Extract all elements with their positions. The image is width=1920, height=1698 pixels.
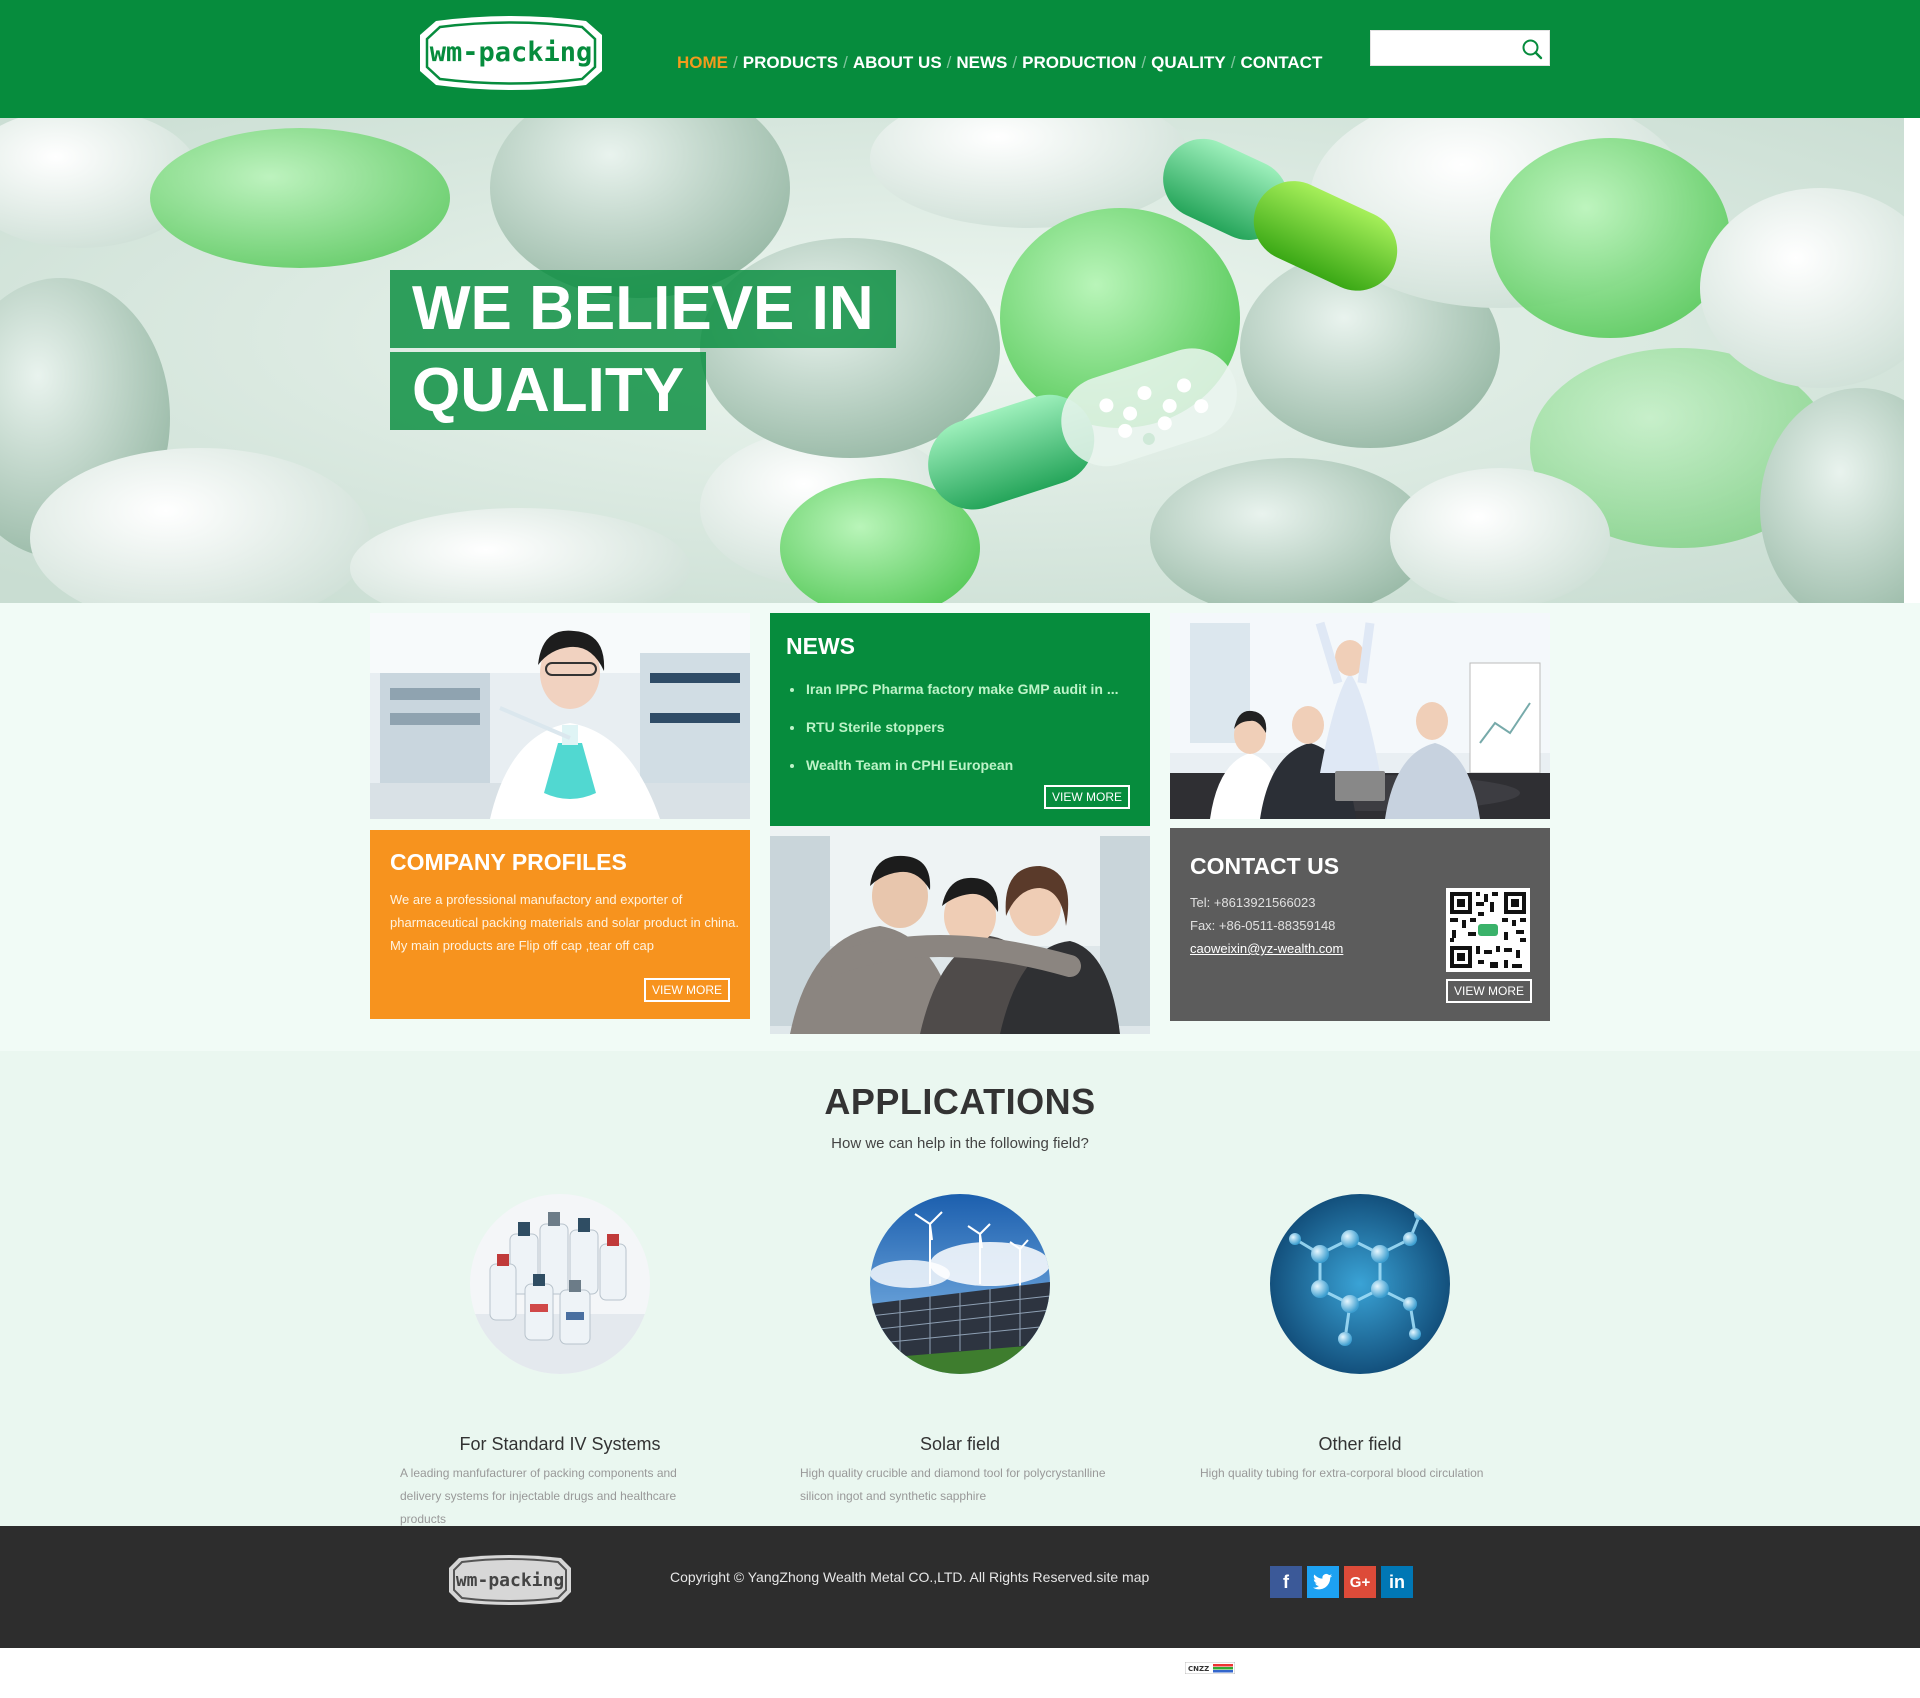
nav-news[interactable]: NEWS (956, 53, 1007, 73)
news-list: Iran IPPC Pharma factory make GMP audit … (788, 680, 1119, 794)
nav-separator: / (1012, 53, 1018, 72)
contact-details: Tel: +8613921566023 Fax: +86-0511-883591… (1190, 891, 1343, 960)
nav-separator: / (843, 53, 848, 72)
applications-section: APPLICATIONS How we can help in the foll… (0, 1051, 1920, 1526)
pills-background-image (0, 118, 1904, 603)
news-item[interactable]: RTU Sterile stoppers (788, 718, 1119, 736)
nav-separator: / (1230, 53, 1236, 72)
qr-code-image (1446, 888, 1530, 972)
application-description: A leading manfufacturer of packing compo… (400, 1466, 677, 1526)
google-plus-icon[interactable]: G+ (1344, 1566, 1376, 1598)
contact-tel: Tel: +8613921566023 (1190, 895, 1316, 910)
profile-title: COMPANY PROFILES (390, 849, 627, 875)
site-header: wm-packing HOME / PRODUCTS / ABOUT US / … (0, 0, 1920, 118)
twitter-icon[interactable] (1307, 1566, 1339, 1598)
info-section: NEWS Iran IPPC Pharma factory make GMP a… (0, 603, 1920, 1051)
news-item[interactable]: Wealth Team in CPHI European (788, 756, 1119, 774)
application-description: High quality crucible and diamond tool f… (800, 1466, 1106, 1503)
hero-heading-line-2: QUALITY (390, 352, 707, 430)
business-team-celebrating-image[interactable] (1170, 613, 1550, 819)
search-box (1370, 30, 1550, 66)
application-title[interactable]: Solar field (800, 1434, 1120, 1455)
nav-production[interactable]: PRODUCTION (1022, 53, 1136, 73)
hero-banner: WE BELIEVE IN QUALITY (0, 118, 1904, 603)
facebook-icon[interactable]: f (1270, 1566, 1302, 1598)
nav-separator: / (1141, 53, 1147, 72)
cnzz-stats-badge[interactable]: CNZZ (1185, 1662, 1235, 1674)
logo-text: wm-packing (430, 37, 593, 68)
nav-separator: / (733, 53, 738, 72)
contact-title: CONTACT US (1190, 853, 1340, 879)
main-nav: HOME / PRODUCTS / ABOUT US / NEWS / PROD… (677, 53, 1322, 73)
footer-logo[interactable]: wm-packing (445, 1552, 575, 1608)
application-title[interactable]: For Standard IV Systems (400, 1434, 720, 1455)
profile-view-more-button[interactable]: VIEW MORE (643, 978, 730, 1002)
footer-logo-text: wm-packing (456, 1570, 564, 1591)
nav-products[interactable]: PRODUCTS (743, 53, 838, 73)
company-profile-panel: COMPANY PROFILES We are a professional m… (370, 830, 750, 1019)
contact-fax: Fax: +86-0511-88359148 (1190, 918, 1336, 933)
news-view-more-button[interactable]: VIEW MORE (1043, 785, 1130, 809)
application-title[interactable]: Other field (1200, 1434, 1520, 1455)
molecule-image[interactable] (1270, 1194, 1450, 1374)
contact-email-link[interactable]: caoweixin@yz-wealth.com (1190, 941, 1343, 956)
nav-quality[interactable]: QUALITY (1151, 53, 1226, 73)
contact-view-more-button[interactable]: VIEW MORE (1446, 979, 1533, 1003)
team-huddle-image[interactable] (770, 826, 1150, 1034)
nav-home[interactable]: HOME (677, 53, 728, 73)
profile-text: We are a professional manufactory and ex… (390, 892, 740, 953)
applications-title: APPLICATIONS (824, 1081, 1096, 1122)
nav-contact[interactable]: CONTACT (1240, 53, 1322, 73)
lab-scientist-image[interactable] (370, 613, 750, 819)
nav-about-us[interactable]: ABOUT US (853, 53, 942, 73)
application-description: High quality tubing for extra-corporal b… (1200, 1466, 1484, 1480)
search-input[interactable] (1379, 37, 1509, 59)
site-footer: wm-packing Copyright © YangZhong Wealth … (0, 1526, 1920, 1648)
contact-panel: CONTACT US Tel: +8613921566023 Fax: +86-… (1170, 828, 1550, 1021)
hero-heading-line-1: WE BELIEVE IN (390, 270, 896, 348)
copyright-text: Copyright © YangZhong Wealth Metal CO.,L… (670, 1569, 1150, 1585)
news-item[interactable]: Iran IPPC Pharma factory make GMP audit … (788, 680, 1119, 698)
linkedin-icon[interactable]: in (1381, 1566, 1413, 1598)
iv-bottles-image[interactable] (470, 1194, 650, 1374)
wm-packing-logo[interactable]: wm-packing (416, 13, 606, 93)
search-icon[interactable] (1521, 38, 1543, 60)
news-panel: NEWS Iran IPPC Pharma factory make GMP a… (770, 613, 1150, 826)
news-title: NEWS (786, 633, 855, 659)
social-links: f G+ in (1270, 1566, 1413, 1598)
nav-separator: / (946, 53, 952, 72)
cnzz-badge-text: CNZZ (1188, 1665, 1209, 1673)
solar-panels-image[interactable] (870, 1194, 1050, 1374)
applications-subtitle: How we can help in the following field? (831, 1135, 1089, 1152)
